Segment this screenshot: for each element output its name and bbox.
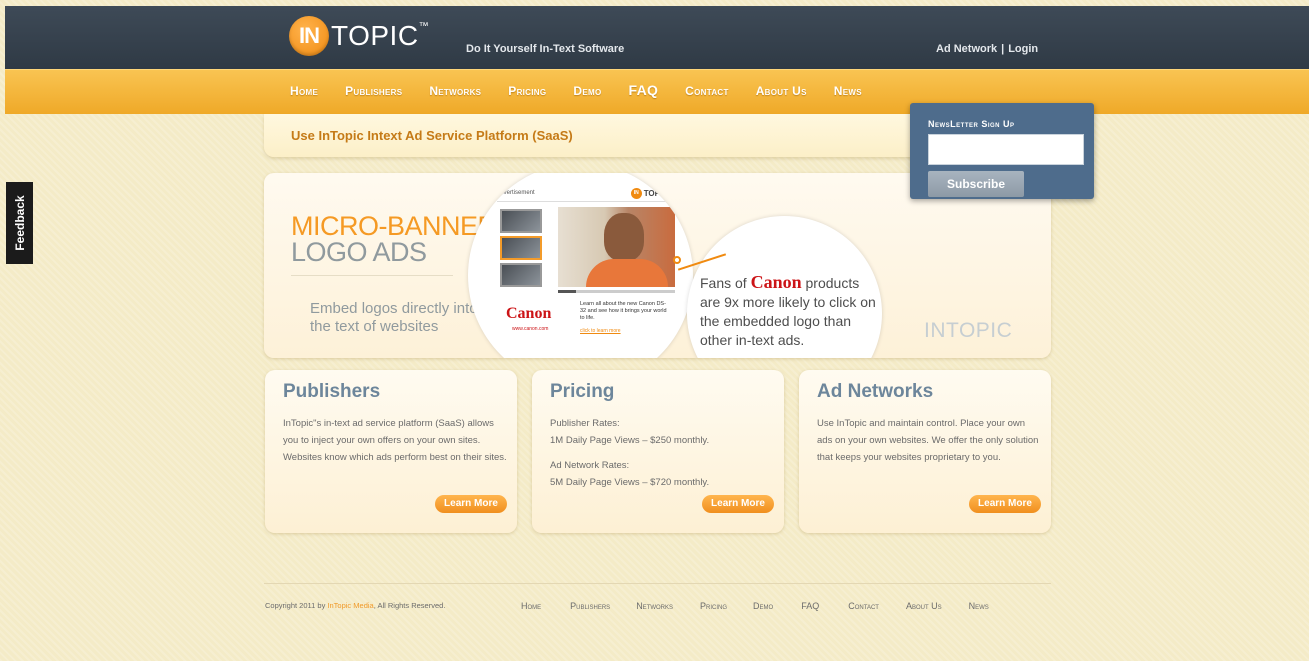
hero-banner: MICRO-BANNER™ LOGO ADS Embed logos direc… (264, 173, 1051, 358)
ad-header: advertisement IN TOPIC (497, 187, 678, 202)
logo-trademark: ™ (418, 21, 429, 32)
newsletter-title: NewsLetter Sign Up (928, 119, 1015, 129)
footer-nav-faq[interactable]: FAQ (801, 601, 819, 611)
ad-close-icon[interactable] (670, 189, 678, 197)
headline-text: Use InTopic Intext Ad Service Platform (… (291, 128, 573, 143)
nav-demo[interactable]: Demo (573, 84, 601, 98)
footer-divider (264, 583, 1051, 584)
nav-contact[interactable]: Contact (685, 84, 729, 98)
ad-networks-card: Ad Networks Use InTopic and maintain con… (799, 370, 1051, 533)
logo-wordmark: TOPIC (331, 20, 419, 51)
canon-url: www.canon.com (512, 326, 549, 332)
top-header-bar: IN TOPIC ™ Do It Yourself In-Text Softwa… (5, 6, 1309, 69)
card-body: InTopic"s in-text ad service platform (S… (283, 418, 507, 463)
login-link[interactable]: Login (1008, 43, 1038, 55)
footer-nav-news[interactable]: News (969, 601, 989, 611)
footer-nav-pricing[interactable]: Pricing (700, 601, 727, 611)
copyright-media-link[interactable]: InTopic Media (327, 601, 373, 610)
main-nav: Home Publishers Networks Pricing Demo FA… (5, 69, 1309, 114)
ad-thumbnail[interactable] (500, 263, 542, 287)
card-body: Use InTopic and maintain control. Place … (817, 418, 1039, 463)
callout-dot (673, 256, 681, 264)
callout-bubble: Fans of Canon products are 9x more likel… (673, 216, 882, 358)
feedback-tab[interactable]: Feedback (6, 182, 33, 264)
site-tagline: Do It Yourself In-Text Software (466, 43, 625, 55)
card-body: Publisher Rates: 1M Daily Page Views – $… (550, 418, 710, 488)
footer-nav-about-us[interactable]: About Us (906, 601, 942, 611)
card-title: Publishers (283, 381, 381, 402)
nav-about-us[interactable]: About Us (756, 84, 807, 98)
ad-video-player[interactable] (558, 207, 675, 287)
copyright-text: Copyright 2011 by InTopic Media, All Rig… (265, 601, 446, 610)
nav-networks[interactable]: Networks (429, 84, 481, 98)
top-links: Ad Network | Login (936, 43, 1038, 55)
ad-thumbnail[interactable] (500, 209, 542, 233)
top-link-separator: | (1001, 43, 1005, 55)
canon-logo: Canon (506, 305, 552, 322)
hero-brand-mark: INTOPIC (924, 319, 1013, 342)
footer-nav-demo[interactable]: Demo (753, 601, 773, 611)
ad-copy: Learn all about the new Canon DS-32 and … (580, 301, 667, 321)
ad-cta-link[interactable]: click to learn more (580, 328, 621, 334)
nav-publishers[interactable]: Publishers (345, 84, 402, 98)
logo-badge: IN (289, 16, 329, 56)
ad-thumbnail[interactable] (500, 236, 542, 260)
nav-news[interactable]: News (834, 84, 862, 98)
ad-mini-badge: IN (630, 187, 642, 199)
footer-nav-networks[interactable]: Networks (636, 601, 673, 611)
subscribe-button[interactable]: Subscribe (928, 171, 1024, 197)
ad-person-shirt (586, 259, 668, 287)
learn-more-button[interactable]: Learn More (702, 495, 774, 513)
footer-nav-publishers[interactable]: Publishers (570, 601, 610, 611)
card-title: Ad Networks (817, 381, 934, 402)
ad-thumbnails (500, 209, 542, 287)
footer-nav: Home Publishers Networks Pricing Demo FA… (521, 601, 989, 611)
ad-label: advertisement (497, 190, 535, 196)
nav-faq[interactable]: FAQ (628, 82, 658, 98)
card-title: Pricing (550, 381, 615, 402)
newsletter-signup: NewsLetter Sign Up Subscribe (910, 103, 1094, 199)
callout-text: Fans of Canon products are 9x more likel… (700, 272, 876, 349)
footer-nav-home[interactable]: Home (521, 601, 541, 611)
hero-description: Embed logos directly into the text of we… (310, 300, 478, 335)
hero-divider (291, 275, 453, 276)
ad-mini-logo: IN TOPIC (630, 187, 678, 199)
site-logo[interactable]: IN TOPIC ™ (289, 15, 429, 57)
ad-person-face (604, 213, 644, 261)
ad-video-timeline[interactable] (558, 290, 675, 293)
footer-nav-contact[interactable]: Contact (848, 601, 879, 611)
publishers-card: Publishers InTopic"s in-text ad service … (265, 370, 517, 533)
ad-preview-circle: advertisement IN TOPIC Canon www.canon.c… (468, 173, 693, 358)
learn-more-button[interactable]: Learn More (435, 495, 507, 513)
nav-home[interactable]: Home (290, 84, 318, 98)
hero-title-line2: LOGO ADS (291, 237, 427, 267)
nav-pricing[interactable]: Pricing (508, 84, 546, 98)
newsletter-email-input[interactable] (928, 134, 1084, 165)
ad-network-link[interactable]: Ad Network (936, 43, 997, 55)
callout-brand: Canon (750, 272, 802, 292)
pricing-card: Pricing Publisher Rates: 1M Daily Page V… (532, 370, 784, 533)
feedback-label: Feedback (12, 195, 27, 251)
learn-more-button[interactable]: Learn More (969, 495, 1041, 513)
